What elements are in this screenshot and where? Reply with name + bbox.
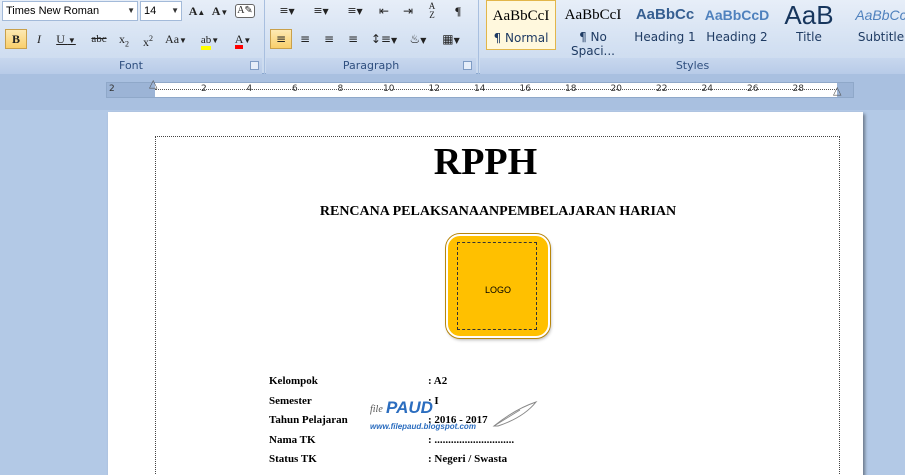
document-subtitle: RENCANA PELAKSANAANPEMBELAJARAN HARIAN: [319, 204, 677, 219]
ruler-tick-label: 2: [201, 84, 207, 94]
sort-button[interactable]: AZ: [421, 1, 443, 21]
style-item-5[interactable]: AaB Title: [774, 0, 844, 50]
change-case-button[interactable]: Aa▼: [161, 29, 191, 49]
line-spacing-button[interactable]: ↕≡▼: [368, 29, 400, 49]
style-sample: AaBbCcI: [492, 8, 550, 24]
bullets-button[interactable]: ≡▼: [272, 1, 302, 21]
style-sample: AaBbCc: [635, 6, 695, 23]
font-size-value: 14: [144, 5, 157, 17]
highlighter-icon: ab: [200, 34, 212, 50]
info-value: : Negeri / Swasta: [428, 453, 508, 465]
watermark-url: www.filepaud.blogspot.com: [370, 422, 476, 431]
align-left-button[interactable]: ≡: [270, 29, 292, 49]
borders-button[interactable]: ▦▼: [436, 29, 466, 49]
align-right-button[interactable]: ≡: [318, 29, 340, 49]
clear-formatting-icon: A✎: [235, 4, 255, 18]
style-sample: AaBbCc: [855, 7, 905, 23]
bold-button[interactable]: B: [5, 29, 27, 49]
style-item-3[interactable]: AaBbCc Heading 1: [630, 0, 700, 50]
info-label: Tahun Pelajaran: [269, 414, 348, 426]
superscript-button[interactable]: x2: [137, 29, 159, 49]
paragraph-group-label: Paragraph: [266, 58, 476, 74]
show-formatting-button[interactable]: ¶: [447, 1, 469, 21]
font-family-value: Times New Roman: [6, 5, 100, 17]
info-value: : A2: [428, 375, 448, 387]
ruler-tick-label: 4: [246, 84, 253, 94]
style-item-1[interactable]: AaBbCcI ¶ Normal: [486, 0, 556, 50]
increase-indent-button[interactable]: ⇥: [397, 1, 419, 21]
style-item-2[interactable]: AaBbCcI ¶ No Spaci...: [558, 0, 628, 58]
text-highlight-button[interactable]: ab▼: [194, 29, 226, 50]
style-name: ¶ No Spaci...: [571, 30, 615, 58]
ruler-tick-label: 10: [383, 84, 395, 94]
decrease-indent-button[interactable]: ⇤: [373, 1, 395, 21]
multilevel-list-button[interactable]: ≡▼: [340, 1, 370, 21]
quill-icon: [492, 400, 538, 427]
ruler-tick-label: 26: [747, 84, 759, 94]
paragraph-dialog-launcher-icon[interactable]: [463, 61, 472, 70]
ruler-tick-label: 22: [656, 84, 668, 94]
font-color-button[interactable]: A▼: [228, 29, 258, 49]
ribbon: Times New Roman ▼ 14 ▼ A▲ A▼ A✎ B I U ▼ …: [0, 0, 905, 74]
logo-label: LOGO: [484, 285, 511, 295]
ruler-tick-label: 16: [519, 84, 531, 94]
style-sample: AaB: [784, 0, 834, 30]
style-name: Title: [796, 30, 822, 44]
watermark: file PAUD www.filepaud.blogspot.com: [370, 398, 540, 440]
style-name: Heading 1: [634, 30, 696, 44]
chevron-down-icon: ▼: [171, 6, 179, 15]
italic-button[interactable]: I: [29, 29, 49, 49]
font-size-select[interactable]: 14 ▼: [140, 1, 182, 21]
ruler-dotted-line: [155, 89, 837, 90]
font-dialog-launcher-icon[interactable]: [250, 61, 259, 70]
logo-shape[interactable]: LOGO: [446, 234, 550, 338]
right-indent-marker-icon[interactable]: △: [833, 84, 841, 97]
ruler-area: 2 2 4 6 8 10 12 14 16 18 20 22 24 26 28 △ △: [0, 74, 905, 110]
justify-button[interactable]: ≡: [342, 29, 364, 49]
strikethrough-button[interactable]: abc: [87, 29, 111, 49]
style-name: Heading 2: [706, 30, 768, 44]
watermark-file: file: [370, 404, 383, 415]
style-item-6[interactable]: AaBbCc Subtitle: [846, 0, 905, 50]
ruler-tick-label: 28: [792, 84, 804, 94]
ruler-tick-label: 24: [701, 84, 713, 94]
font-group-label: Font: [0, 58, 262, 74]
ruler-tick-label: 8: [337, 84, 344, 94]
subscript-button[interactable]: x2: [113, 29, 135, 49]
group-separator: [478, 0, 479, 74]
chevron-down-icon: ▼: [127, 6, 135, 15]
style-name: Subtitle: [857, 30, 905, 44]
ruler-tick-label: 2: [109, 84, 115, 94]
style-name: ¶ Normal: [493, 31, 549, 45]
styles-group-label: Styles: [480, 58, 905, 74]
document-page[interactable]: RPPH RENCANA PELAKSANAANPEMBELAJARAN HAR…: [108, 112, 863, 475]
info-label: Semester: [269, 394, 312, 407]
ruler-tick-label: 14: [474, 84, 486, 94]
underline-button[interactable]: U ▼: [51, 29, 81, 49]
style-sample: AaBbCcI: [564, 7, 622, 23]
style-sample: AaBbCcD: [704, 7, 770, 23]
ruler-tick-label: 6: [292, 84, 298, 94]
style-item-4[interactable]: AaBbCcD Heading 2: [702, 0, 772, 50]
grow-font-button[interactable]: A▲: [186, 1, 208, 21]
ruler-tick-label: 12: [428, 84, 440, 94]
shading-button[interactable]: ♨▼: [403, 29, 433, 49]
clear-formatting-button[interactable]: A✎: [233, 1, 257, 21]
ruler-tick-label: 20: [610, 84, 622, 94]
ruler-tick-label: 18: [565, 84, 577, 94]
info-label: Nama TK: [269, 433, 316, 446]
horizontal-ruler[interactable]: 2 2 4 6 8 10 12 14 16 18 20 22 24 26 28 △ △: [106, 77, 854, 98]
watermark-paud: PAUD: [386, 398, 433, 417]
document-title: RPPH: [433, 141, 538, 183]
group-separator: [264, 0, 265, 74]
first-line-indent-marker-icon[interactable]: △: [149, 77, 157, 90]
font-family-select[interactable]: Times New Roman ▼: [2, 1, 138, 21]
align-center-button[interactable]: ≡: [294, 29, 316, 49]
info-label: Status TK: [269, 453, 317, 465]
info-label: Kelompok: [269, 375, 318, 387]
numbering-button[interactable]: ≡▼: [305, 1, 337, 21]
shrink-font-button[interactable]: A▼: [209, 1, 231, 21]
